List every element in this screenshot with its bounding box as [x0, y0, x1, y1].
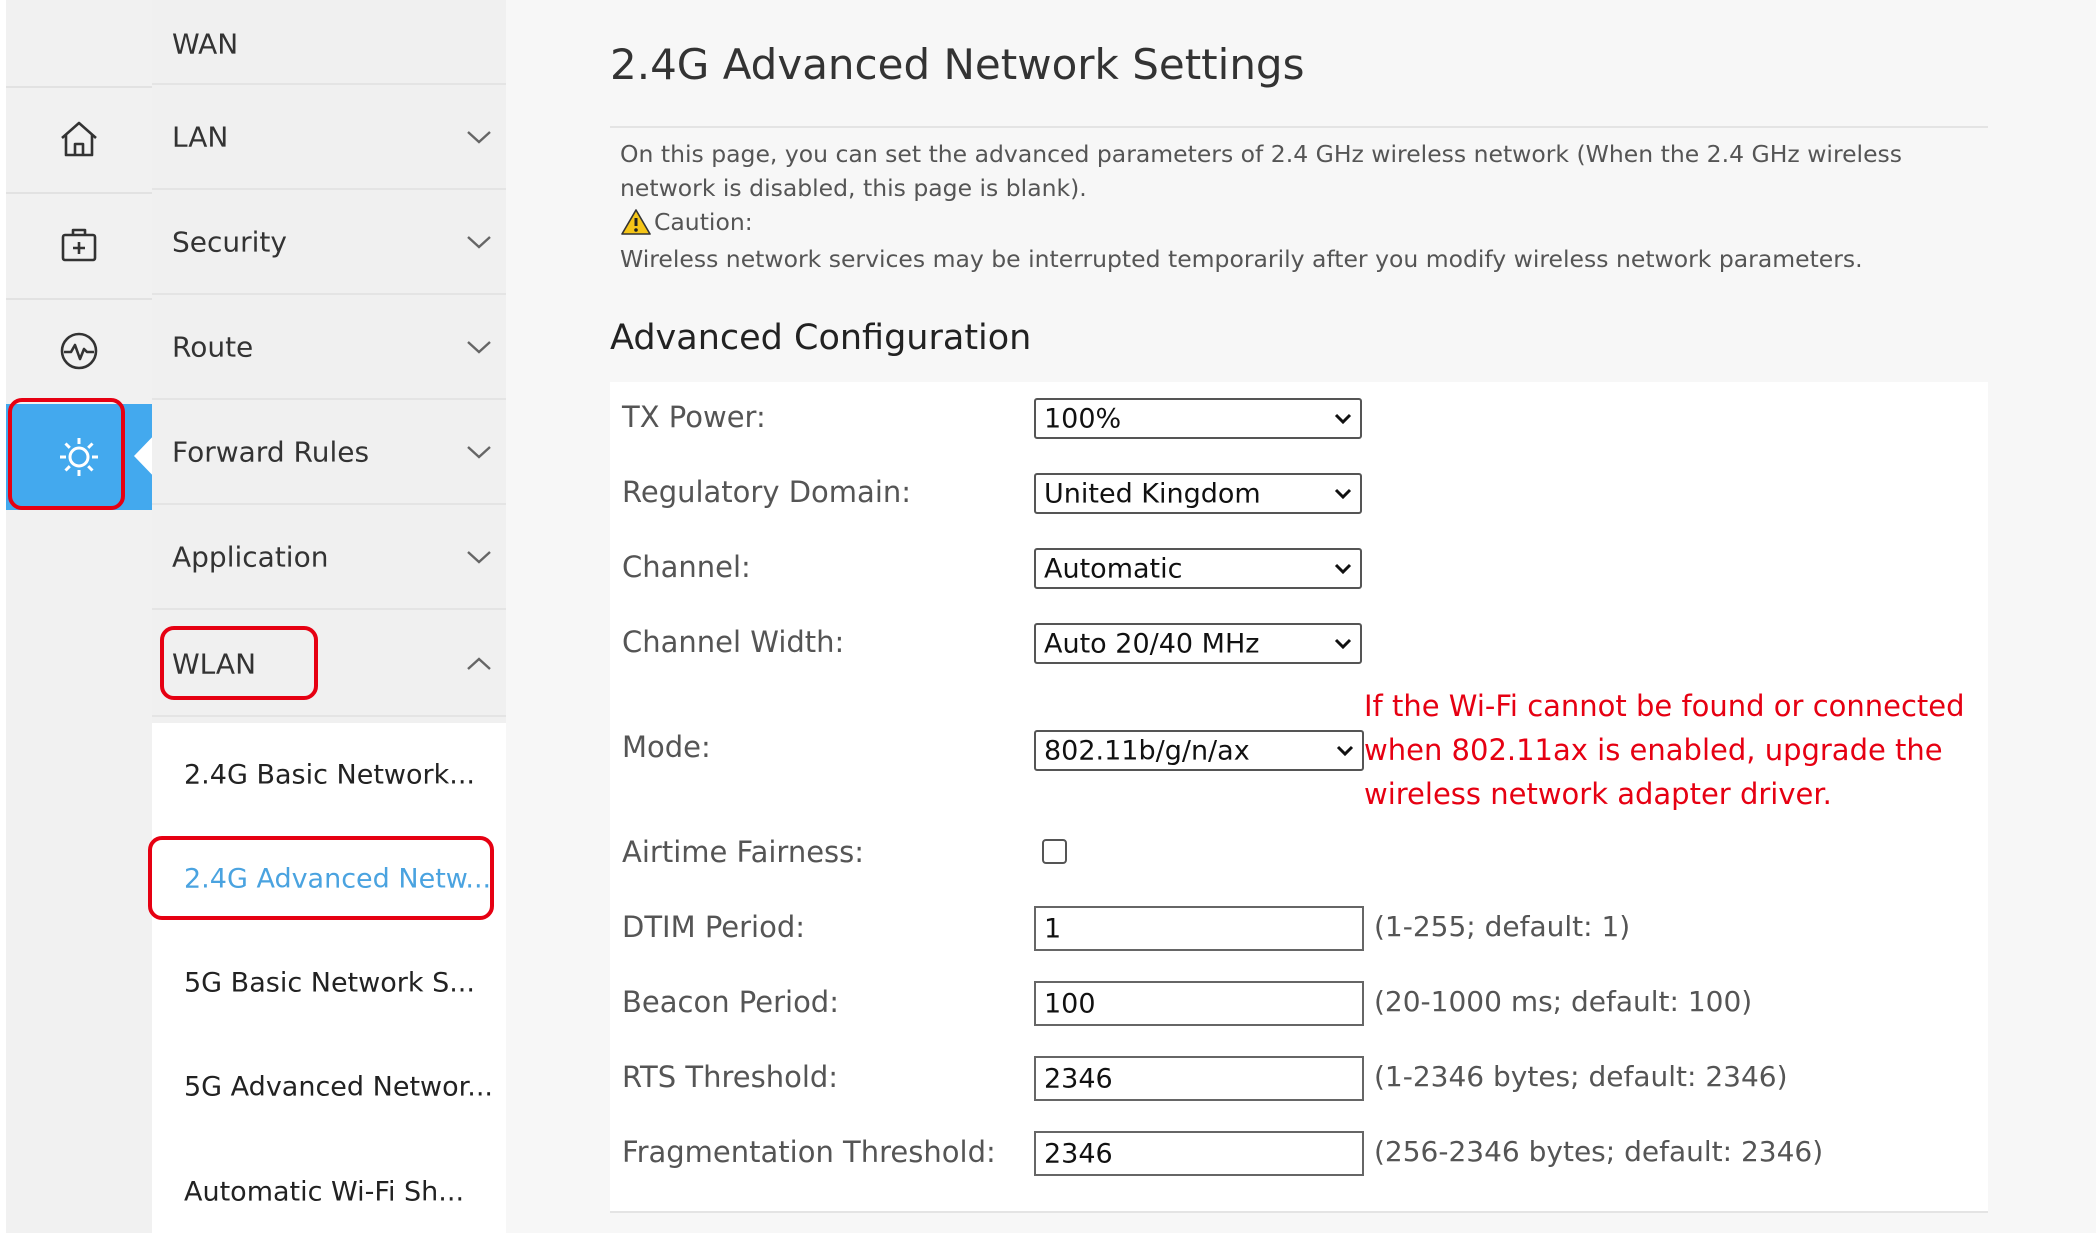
chevron-down-icon — [467, 445, 491, 459]
sidebar-nav: WAN LAN Security Route Forward Rules App… — [152, 0, 506, 1233]
pulse-icon — [60, 332, 98, 370]
chevron-down-icon — [1334, 488, 1352, 499]
mode-label: Mode: — [622, 730, 711, 764]
select-value: Auto 20/40 MHz — [1044, 628, 1260, 659]
channel-width-select[interactable]: Auto 20/40 MHz — [1034, 623, 1362, 664]
rts-threshold-hint: (1-2346 bytes; default: 2346) — [1374, 1060, 1788, 1093]
fragmentation-threshold-label: Fragmentation Threshold: — [622, 1135, 996, 1169]
beacon-period-input[interactable]: 100 — [1034, 981, 1364, 1026]
select-value: 100% — [1044, 403, 1122, 434]
page-title: 2.4G Advanced Network Settings — [610, 40, 1305, 89]
dtim-period-label: DTIM Period: — [622, 910, 806, 944]
chevron-down-icon — [1334, 563, 1352, 574]
mode-warning-line1: If the Wi-Fi cannot be found or connecte… — [1364, 689, 1965, 723]
sub-item-label: Automatic Wi-Fi Sh... — [184, 1176, 465, 1208]
main-content: 2.4G Advanced Network Settings On this p… — [506, 0, 2096, 1233]
tx-power-label: TX Power: — [622, 400, 766, 434]
chevron-down-icon — [467, 340, 491, 354]
nav-item-label: Route — [172, 330, 254, 363]
airtime-fairness-label: Airtime Fairness: — [622, 835, 865, 869]
channel-width-label: Channel Width: — [622, 625, 845, 659]
highlight-settings — [8, 398, 125, 510]
nav-item-application[interactable]: Application — [152, 505, 506, 610]
page-description-line1: On this page, you can set the advanced p… — [620, 140, 1903, 168]
chevron-down-icon — [1334, 638, 1352, 649]
rts-threshold-label: RTS Threshold: — [622, 1060, 839, 1094]
dtim-period-input[interactable]: 1 — [1034, 906, 1364, 951]
chevron-up-icon — [467, 656, 491, 670]
nav-item-label: Security — [172, 225, 287, 258]
rail-maintenance[interactable] — [6, 192, 152, 296]
input-value: 1 — [1044, 913, 1062, 944]
nav-item-lan[interactable]: LAN — [152, 85, 506, 190]
regulatory-domain-label: Regulatory Domain: — [622, 475, 912, 509]
rail-status[interactable] — [6, 298, 152, 402]
rail-home[interactable] — [6, 86, 152, 190]
section-title: Advanced Configuration — [610, 318, 1032, 358]
sub-item-5g-basic[interactable]: 5G Basic Network S... — [152, 931, 506, 1035]
chevron-down-icon — [467, 550, 491, 564]
mode-warning: If the Wi-Fi cannot be found or connecte… — [1364, 684, 1984, 816]
page-description-line2: network is disabled, this page is blank)… — [620, 174, 1087, 202]
highlight-wlan — [160, 626, 318, 700]
bottom-divider — [610, 1211, 1988, 1213]
icon-rail — [6, 0, 160, 1233]
nav-item-label: Application — [172, 540, 329, 573]
dtim-period-hint: (1-255; default: 1) — [1374, 910, 1631, 943]
caution-text: Wireless network services may be interru… — [620, 245, 1863, 273]
home-icon — [61, 121, 97, 157]
fragmentation-threshold-hint: (256-2346 bytes; default: 2346) — [1374, 1135, 1824, 1168]
warning-icon — [621, 209, 651, 235]
nav-item-label: WAN — [172, 27, 239, 61]
beacon-period-hint: (20-1000 ms; default: 100) — [1374, 985, 1753, 1018]
mode-warning-line3: wireless network adapter driver. — [1364, 777, 1832, 811]
caution-label: Caution: — [654, 208, 753, 236]
nav-item-wan[interactable]: WAN — [152, 0, 506, 85]
chevron-down-icon — [1336, 745, 1354, 756]
nav-item-route[interactable]: Route — [152, 295, 506, 400]
fragmentation-threshold-input[interactable]: 2346 — [1034, 1131, 1364, 1176]
tx-power-select[interactable]: 100% — [1034, 398, 1362, 439]
rail-blank-top — [6, 0, 152, 86]
select-value: Automatic — [1044, 553, 1183, 584]
beacon-period-label: Beacon Period: — [622, 985, 839, 1019]
mode-select[interactable]: 802.11b/g/n/ax — [1034, 730, 1364, 771]
sub-item-auto-wifi[interactable]: Automatic Wi-Fi Sh... — [152, 1139, 506, 1233]
title-divider — [610, 126, 1988, 128]
select-value: 802.11b/g/n/ax — [1044, 735, 1250, 766]
input-value: 2346 — [1044, 1063, 1113, 1094]
chevron-down-icon — [1334, 413, 1352, 424]
sub-item-label: 2.4G Basic Network... — [184, 759, 475, 791]
chevron-down-icon — [467, 130, 491, 144]
channel-label: Channel: — [622, 550, 751, 584]
airtime-fairness-checkbox[interactable] — [1042, 839, 1067, 864]
regulatory-domain-select[interactable]: United Kingdom — [1034, 473, 1362, 514]
sub-item-label: 5G Advanced Networ... — [184, 1071, 493, 1103]
nav-item-label: LAN — [172, 120, 229, 153]
medical-kit-icon — [61, 228, 97, 262]
chevron-down-icon — [467, 235, 491, 249]
channel-select[interactable]: Automatic — [1034, 548, 1362, 589]
sub-item-label: 5G Basic Network S... — [184, 967, 475, 999]
highlight-2g-advanced — [148, 836, 494, 920]
input-value: 2346 — [1044, 1138, 1113, 1169]
sub-item-2g-basic[interactable]: 2.4G Basic Network... — [152, 723, 506, 827]
input-value: 100 — [1044, 988, 1096, 1019]
rts-threshold-input[interactable]: 2346 — [1034, 1056, 1364, 1101]
nav-item-forward-rules[interactable]: Forward Rules — [152, 400, 506, 505]
select-value: United Kingdom — [1044, 478, 1261, 509]
sub-item-5g-advanced[interactable]: 5G Advanced Networ... — [152, 1035, 506, 1139]
nav-item-security[interactable]: Security — [152, 190, 506, 295]
nav-item-label: Forward Rules — [172, 435, 370, 468]
caution-header: Caution: — [620, 208, 753, 236]
mode-warning-line2: when 802.11ax is enabled, upgrade the — [1364, 733, 1943, 767]
